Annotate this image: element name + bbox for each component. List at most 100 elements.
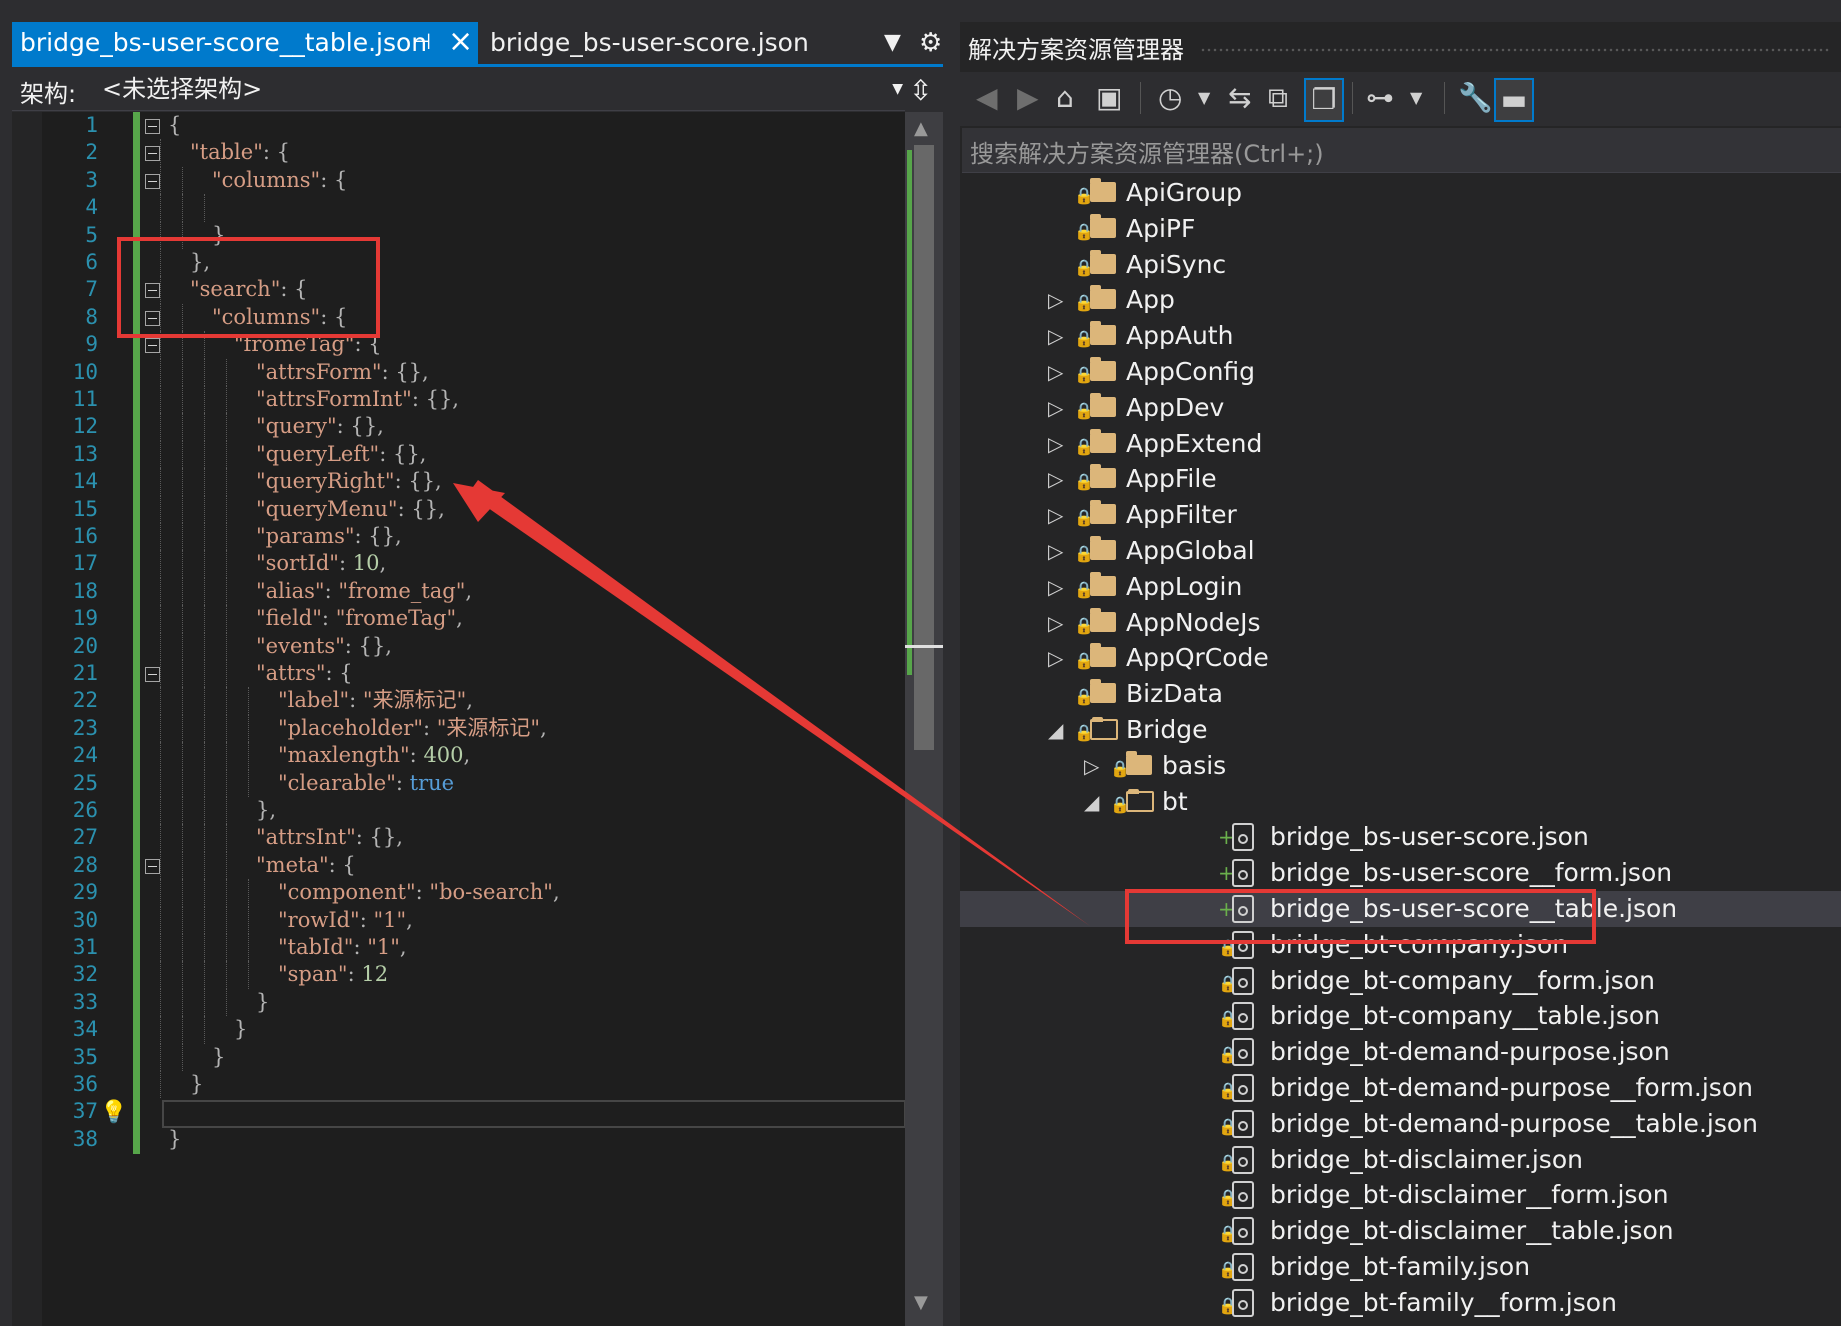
close-icon[interactable]: × (448, 21, 473, 63)
tree-item-folder[interactable]: ▷ 🔒 AppConfig (960, 354, 1841, 390)
code-line[interactable]: "placeholder": "来源标记", (278, 715, 547, 742)
home-icon[interactable]: ⌂ (1056, 78, 1074, 118)
code-line[interactable]: "alias": "frome_tag", (256, 578, 472, 605)
schema-select[interactable]: <未选择架构> ▼ (90, 70, 917, 108)
show-all-files-icon[interactable]: ❐ (1304, 78, 1344, 122)
code-line[interactable]: "sortId": 10, (256, 550, 386, 577)
expanded-arrow-icon[interactable]: ◢ (1084, 784, 1099, 820)
tree-item-folder[interactable]: ▷ 🔒 AppGlobal (960, 533, 1841, 569)
preview-selected-icon[interactable]: ▬ (1494, 78, 1534, 122)
tree-item-file[interactable]: + bridge_bs-user-score__form.json (960, 855, 1841, 891)
forward-icon[interactable]: ▶ (1017, 78, 1039, 118)
collapsed-arrow-icon[interactable]: ▷ (1048, 282, 1063, 318)
code-line[interactable]: "queryMenu": {}, (256, 496, 445, 523)
code-line[interactable]: } (234, 1016, 247, 1043)
code-line[interactable]: } (168, 1126, 181, 1153)
pin-icon[interactable]: ⊣ (412, 22, 431, 64)
tree-item-file[interactable]: 🔒 bridge_bt-demand-purpose.json (960, 1034, 1841, 1070)
collapse-region-icon[interactable] (145, 119, 160, 134)
scrollbar-thumb[interactable] (914, 145, 934, 750)
code-line[interactable]: "table": { (190, 139, 290, 166)
tree-item-file[interactable]: + bridge_bs-user-score.json (960, 819, 1841, 855)
tree-item-folder[interactable]: ▷ 🔒 AppLogin (960, 569, 1841, 605)
collapse-region-icon[interactable] (145, 173, 160, 189)
code-line[interactable]: "attrsFormInt": {}, (256, 386, 459, 413)
code-line[interactable]: "rowId": "1", (278, 907, 413, 934)
code-line[interactable]: "clearable": true (278, 770, 454, 797)
code-line[interactable]: "events": {}, (256, 633, 392, 660)
tree-item-folder[interactable]: 🔒 ApiSync (960, 247, 1841, 283)
tree-item-folder[interactable]: ▷ 🔒 AppExtend (960, 426, 1841, 462)
collapse-region-icon[interactable] (145, 667, 160, 682)
tree-item-file[interactable]: 🔒 bridge_bt-disclaimer__form.json (960, 1177, 1841, 1213)
collapsed-arrow-icon[interactable]: ▷ (1048, 390, 1063, 426)
tab-bridge-bs-user-score-table[interactable]: bridge_bs-user-score__table.json ⊣ × (12, 22, 478, 64)
code-line[interactable]: "query": {}, (256, 413, 384, 440)
tree-item-folder[interactable]: ▷ 🔒 AppFilter (960, 497, 1841, 533)
tree-item-file[interactable]: 🔒 bridge_bt-demand-purpose__table.json (960, 1106, 1841, 1142)
tree-item-file[interactable]: 🔒 bridge_bt-family.json (960, 1249, 1841, 1285)
code-line[interactable]: "label": "来源标记", (278, 687, 473, 714)
tree-item-file[interactable]: 🔒 bridge_bt-disclaimer.json (960, 1142, 1841, 1178)
code-line[interactable]: "attrsForm": {}, (256, 359, 429, 386)
tree-item-folder[interactable]: ▷ 🔒 AppDev (960, 390, 1841, 426)
tree-item-file[interactable]: 🔒 bridge_bt-company__table.json (960, 998, 1841, 1034)
tree-item-folder[interactable]: ▷ 🔒 AppFile (960, 461, 1841, 497)
scroll-down-icon[interactable]: ▼ (914, 1292, 928, 1313)
scroll-up-icon[interactable]: ▲ (914, 118, 928, 139)
code-line[interactable]: } (190, 1071, 203, 1098)
split-editor-icon[interactable]: ⇳ (909, 74, 932, 107)
collapse-region-icon[interactable] (145, 338, 160, 354)
wrench-icon[interactable]: 🔧 (1458, 78, 1493, 118)
tree-item-folder[interactable]: ▷ 🔒 basis (960, 748, 1841, 784)
tree-item-file[interactable]: 🔒 bridge_bt-company__form.json (960, 963, 1841, 999)
code-line[interactable]: "tabId": "1", (278, 934, 407, 961)
tree-item-folder[interactable]: 🔒 ApiGroup (960, 175, 1841, 211)
collapsed-arrow-icon[interactable]: ▷ (1048, 461, 1063, 497)
collapsed-arrow-icon[interactable]: ▷ (1048, 569, 1063, 605)
back-icon[interactable]: ◀ (976, 78, 998, 118)
tree-item-file[interactable]: 🔒 bridge_bt-demand-purpose__form.json (960, 1070, 1841, 1106)
collapsed-arrow-icon[interactable]: ▷ (1048, 318, 1063, 354)
collapsed-arrow-icon[interactable]: ▷ (1048, 640, 1063, 676)
code-line[interactable]: { (168, 112, 181, 139)
tree-item-folder[interactable]: ◢ 🔒 Bridge (960, 712, 1841, 748)
code-line[interactable]: "columns": { (212, 167, 347, 194)
tree-item-file[interactable]: 🔒 bridge_bt-disclaimer__table.json (960, 1213, 1841, 1249)
code-line[interactable]: }, (256, 797, 276, 824)
chevron-down-icon[interactable]: ▼ (1410, 78, 1422, 118)
collapsed-arrow-icon[interactable]: ▷ (1048, 605, 1063, 641)
tree-item-file[interactable]: 🔒 bridge_bt-family__form.json (960, 1285, 1841, 1321)
collapsed-arrow-icon[interactable]: ▷ (1048, 497, 1063, 533)
code-line[interactable]: "queryLeft": {}, (256, 441, 426, 468)
gear-icon[interactable]: ⚙ (919, 28, 942, 58)
tree-item-folder[interactable]: ◢ 🔒 bt (960, 784, 1841, 820)
switch-views-icon[interactable]: ▣ (1096, 78, 1122, 118)
code-line[interactable]: "field": "fromeTag", (256, 605, 463, 632)
collapse-region-icon[interactable] (145, 146, 160, 162)
code-line[interactable]: "span": 12 (278, 961, 388, 988)
collapse-all-icon[interactable]: ⧉ (1268, 78, 1288, 118)
code-line[interactable]: "params": {}, (256, 523, 402, 550)
code-line[interactable]: } (256, 989, 269, 1016)
code-line[interactable]: "attrs": { (256, 660, 353, 687)
expanded-arrow-icon[interactable]: ◢ (1048, 712, 1063, 748)
tree-item-folder[interactable]: 🔒 ApiPF (960, 211, 1841, 247)
tree-item-folder[interactable]: ▷ 🔒 AppQrCode (960, 640, 1841, 676)
tree-item-folder[interactable]: ▷ 🔒 AppAuth (960, 318, 1841, 354)
collapsed-arrow-icon[interactable]: ▷ (1048, 354, 1063, 390)
tree-item-folder[interactable]: ▷ 🔒 App (960, 282, 1841, 318)
code-line[interactable]: } (212, 1044, 225, 1071)
code-line[interactable]: "meta": { (256, 852, 356, 879)
code-line[interactable]: "maxlength": 400, (278, 742, 470, 769)
chevron-down-icon[interactable]: ▼ (1198, 78, 1210, 118)
code-line[interactable]: "queryRight": {}, (256, 468, 442, 495)
tab-bridge-bs-user-score[interactable]: bridge_bs-user-score.json (490, 22, 809, 64)
title-drag-grip[interactable] (1200, 47, 1830, 53)
tree-item-folder[interactable]: ▷ 🔒 AppNodeJs (960, 605, 1841, 641)
code-line[interactable]: "component": "bo-search", (278, 879, 560, 906)
sync-icon[interactable]: ⇆ (1228, 78, 1251, 118)
tab-list-dropdown-icon[interactable]: ▼ (884, 30, 901, 55)
view-class-diagram-icon[interactable]: ⊶ (1366, 78, 1394, 118)
collapse-region-icon[interactable] (145, 858, 160, 874)
